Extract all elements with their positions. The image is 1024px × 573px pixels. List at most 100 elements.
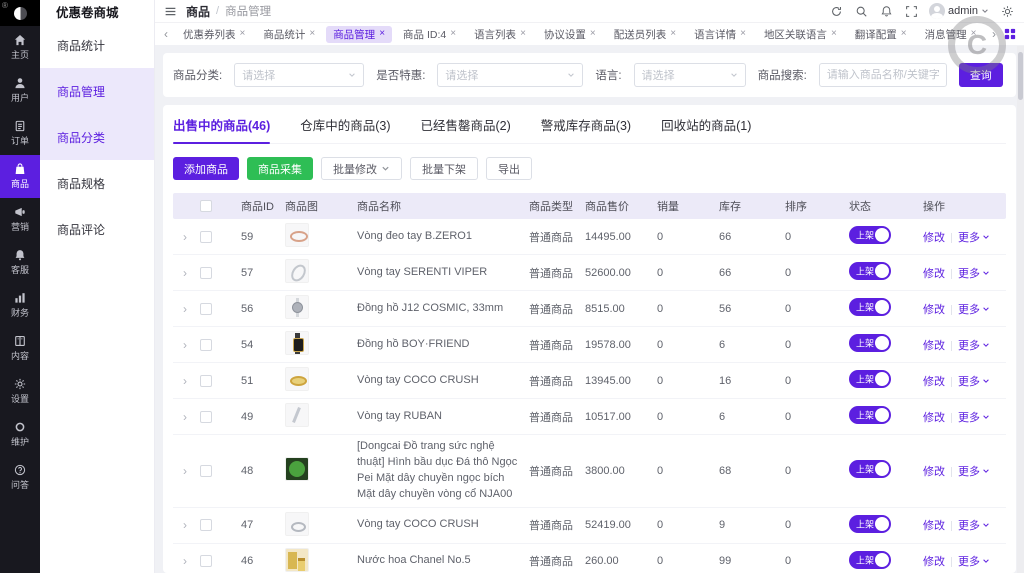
sidebar-rail-item[interactable]: 用户	[0, 69, 40, 112]
page-tab[interactable]: 翻译配置 ×	[848, 26, 914, 43]
scrollbar-thumb[interactable]	[1018, 52, 1023, 100]
row-checkbox[interactable]	[200, 231, 212, 243]
search-icon[interactable]	[854, 4, 868, 18]
expand-row-icon[interactable]: ›	[173, 230, 197, 244]
edit-link[interactable]: 修改	[923, 517, 945, 533]
expand-row-icon[interactable]: ›	[173, 554, 197, 568]
query-button[interactable]: 查询	[959, 63, 1003, 87]
close-icon[interactable]: ×	[740, 29, 746, 39]
user-menu[interactable]: admin	[929, 3, 989, 19]
row-checkbox[interactable]	[200, 339, 212, 351]
page-tab[interactable]: 商品 ID:4 ×	[396, 26, 463, 43]
status-toggle[interactable]: 上架	[849, 226, 891, 244]
row-checkbox[interactable]	[200, 519, 212, 531]
product-thumbnail[interactable]	[285, 259, 309, 283]
product-thumbnail[interactable]	[285, 512, 309, 536]
product-name[interactable]: Vòng tay SERENTI VIPER	[357, 265, 529, 281]
row-checkbox[interactable]	[200, 555, 212, 567]
tabs-scroll-right-icon[interactable]: ›	[989, 27, 999, 41]
tabs-scroll-left-icon[interactable]: ‹	[161, 27, 171, 41]
status-tab[interactable]: 出售中的商品(46)	[173, 115, 270, 143]
row-checkbox[interactable]	[200, 411, 212, 423]
edit-link[interactable]: 修改	[923, 301, 945, 317]
subnav-item[interactable]: 商品分类	[40, 114, 154, 160]
fullscreen-icon[interactable]	[904, 4, 918, 18]
more-link[interactable]: 更多	[958, 517, 990, 533]
status-tab[interactable]: 仓库中的商品(3)	[300, 115, 390, 143]
product-name[interactable]: Đồng hồ J12 COSMIC, 33mm	[357, 301, 529, 317]
batch-edit-button[interactable]: 批量修改	[321, 157, 402, 180]
subnav-item[interactable]: 商品规格	[40, 160, 154, 206]
product-search-field[interactable]	[819, 63, 947, 87]
page-tab[interactable]: 商品统计 ×	[256, 26, 322, 43]
page-tab[interactable]: 地区关联语言 ×	[757, 26, 844, 43]
menu-icon[interactable]	[163, 4, 177, 18]
page-tab[interactable]: 商品管理 ×	[326, 26, 392, 43]
close-icon[interactable]: ×	[309, 29, 315, 39]
status-toggle[interactable]: 上架	[849, 298, 891, 316]
sidebar-rail-item[interactable]: 商品	[0, 155, 40, 198]
sidebar-rail-item[interactable]: 内容	[0, 327, 40, 370]
refresh-icon[interactable]	[829, 4, 843, 18]
more-link[interactable]: 更多	[958, 553, 990, 569]
product-name[interactable]: Vòng đeo tay B.ZERO1	[357, 229, 529, 245]
product-thumbnail[interactable]	[285, 457, 309, 481]
close-icon[interactable]: ×	[590, 29, 596, 39]
expand-row-icon[interactable]: ›	[173, 518, 197, 532]
status-toggle[interactable]: 上架	[849, 370, 891, 388]
expand-row-icon[interactable]: ›	[173, 374, 197, 388]
product-thumbnail[interactable]	[285, 295, 309, 319]
status-tab[interactable]: 回收站的商品(1)	[661, 115, 751, 143]
bell-icon[interactable]	[879, 4, 893, 18]
special-select[interactable]: 请选择	[437, 63, 583, 87]
close-icon[interactable]: ×	[450, 29, 456, 39]
more-link[interactable]: 更多	[958, 373, 990, 389]
sidebar-rail-item[interactable]: 主页	[0, 26, 40, 69]
row-checkbox[interactable]	[200, 465, 212, 477]
page-tab[interactable]: 优惠券列表 ×	[176, 26, 252, 43]
product-name[interactable]: Vòng tay COCO CRUSH	[357, 517, 529, 533]
status-toggle[interactable]: 上架	[849, 551, 891, 569]
close-icon[interactable]: ×	[901, 29, 907, 39]
status-tab[interactable]: 已经售罄商品(2)	[421, 115, 511, 143]
language-select[interactable]: 请选择	[634, 63, 746, 87]
product-thumbnail[interactable]	[285, 223, 309, 247]
expand-row-icon[interactable]: ›	[173, 302, 197, 316]
export-button[interactable]: 导出	[486, 157, 532, 180]
more-link[interactable]: 更多	[958, 265, 990, 281]
page-tab[interactable]: 协议设置 ×	[537, 26, 603, 43]
subnav-item[interactable]: 商品管理	[40, 68, 154, 114]
sidebar-rail-item[interactable]: 客服	[0, 241, 40, 284]
tabs-list-icon[interactable]	[1004, 28, 1016, 40]
edit-link[interactable]: 修改	[923, 265, 945, 281]
collect-product-button[interactable]: 商品采集	[247, 157, 313, 180]
sidebar-rail-item[interactable]: 财务	[0, 284, 40, 327]
expand-row-icon[interactable]: ›	[173, 266, 197, 280]
vertical-scrollbar[interactable]	[1017, 46, 1024, 573]
close-icon[interactable]: ×	[831, 29, 837, 39]
status-toggle[interactable]: 上架	[849, 406, 891, 424]
edit-link[interactable]: 修改	[923, 553, 945, 569]
row-checkbox[interactable]	[200, 375, 212, 387]
expand-row-icon[interactable]: ›	[173, 464, 197, 478]
edit-link[interactable]: 修改	[923, 229, 945, 245]
breadcrumb-section[interactable]: 商品	[186, 3, 210, 20]
close-icon[interactable]: ×	[670, 29, 676, 39]
product-thumbnail[interactable]	[285, 403, 309, 427]
select-all-checkbox[interactable]	[200, 200, 212, 212]
sidebar-rail-item[interactable]: 问答	[0, 456, 40, 499]
more-link[interactable]: 更多	[958, 409, 990, 425]
more-link[interactable]: 更多	[958, 463, 990, 479]
row-checkbox[interactable]	[200, 303, 212, 315]
edit-link[interactable]: 修改	[923, 373, 945, 389]
edit-link[interactable]: 修改	[923, 337, 945, 353]
product-name[interactable]: [Dongcai Đồ trang sức nghệ thuật] Hình b…	[357, 439, 529, 503]
product-thumbnail[interactable]	[285, 548, 309, 572]
close-icon[interactable]: ×	[240, 29, 246, 39]
close-icon[interactable]: ×	[520, 29, 526, 39]
expand-row-icon[interactable]: ›	[173, 338, 197, 352]
expand-row-icon[interactable]: ›	[173, 410, 197, 424]
edit-link[interactable]: 修改	[923, 463, 945, 479]
more-link[interactable]: 更多	[958, 229, 990, 245]
sidebar-rail-item[interactable]: 设置	[0, 370, 40, 413]
